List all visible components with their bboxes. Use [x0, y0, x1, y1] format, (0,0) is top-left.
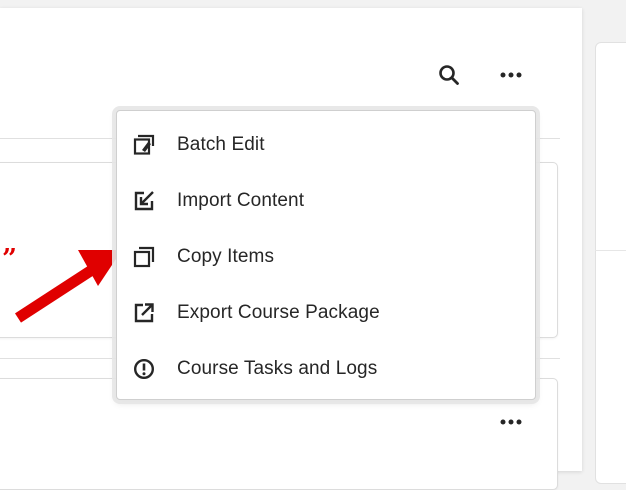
search-button[interactable] — [432, 58, 466, 92]
import-content-icon — [133, 190, 155, 212]
annotation-quote-mark: ” — [2, 244, 17, 274]
menu-item-label: Course Tasks and Logs — [177, 358, 378, 379]
batch-edit-icon — [133, 134, 155, 156]
menu-item-label: Batch Edit — [177, 134, 265, 155]
right-panel-divider — [595, 250, 626, 251]
menu-item-course-tasks-and-logs[interactable]: Course Tasks and Logs — [117, 341, 535, 397]
menu-item-import-content[interactable]: Import Content — [117, 173, 535, 229]
more-options-button[interactable] — [494, 58, 528, 92]
menu-item-label: Copy Items — [177, 246, 275, 267]
alert-circle-icon — [133, 358, 155, 380]
right-side-panel — [595, 42, 626, 484]
export-icon — [133, 302, 155, 324]
more-options-menu: Batch Edit Import Content Copy Items Exp… — [116, 110, 536, 400]
card-more-options-button[interactable] — [494, 405, 528, 439]
menu-item-copy-items[interactable]: Copy Items — [117, 229, 535, 285]
menu-item-batch-edit[interactable]: Batch Edit — [117, 117, 535, 173]
menu-item-export-course-package[interactable]: Export Course Package — [117, 285, 535, 341]
search-icon — [439, 65, 459, 85]
menu-item-label: Export Course Package — [177, 302, 380, 323]
menu-item-label: Import Content — [177, 190, 305, 211]
more-horizontal-icon — [500, 72, 522, 78]
copy-items-icon — [133, 246, 155, 268]
more-horizontal-icon — [500, 419, 522, 425]
